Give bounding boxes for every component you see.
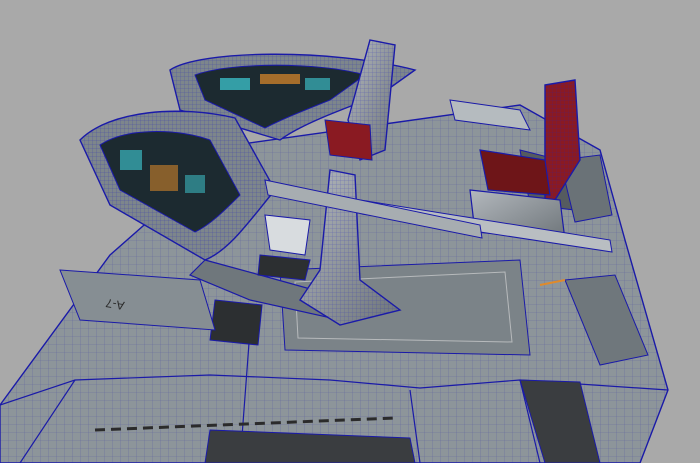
3d-viewport[interactable]: A-7 <box>0 0 700 463</box>
